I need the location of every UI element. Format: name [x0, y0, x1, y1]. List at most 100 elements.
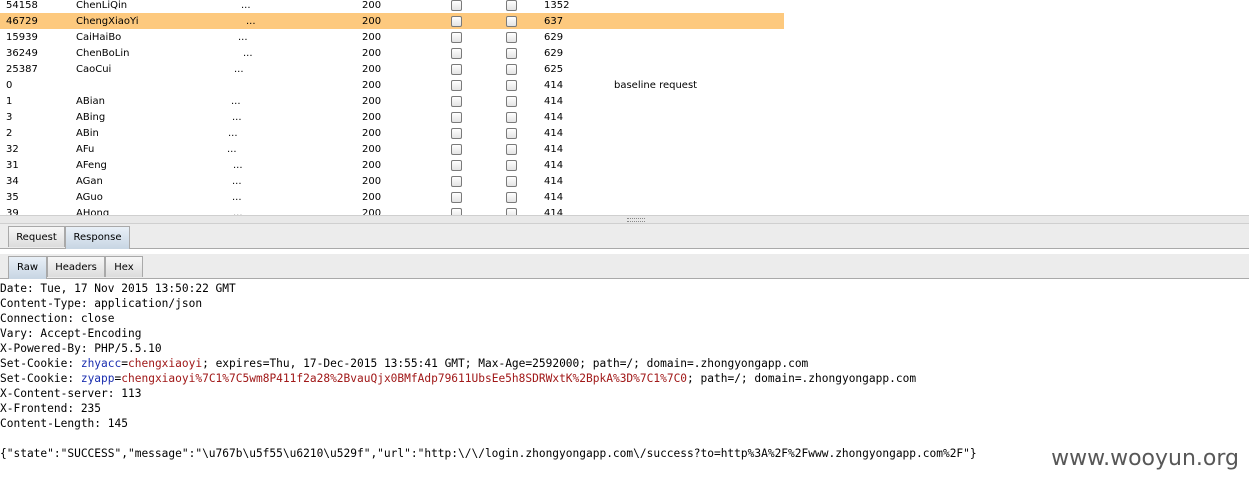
tab-request[interactable]: Request — [8, 226, 65, 247]
request-number: 36249 — [6, 48, 38, 59]
status-code: 200 — [362, 64, 382, 75]
cookie-prefix: Set-Cookie: — [0, 372, 81, 385]
request-number: 3 — [6, 112, 13, 123]
table-row[interactable]: 34 AGan... 200 414 — [0, 173, 784, 189]
header-content-server: X-Content-server: 113 — [0, 387, 142, 400]
response-length: 414 — [544, 208, 564, 215]
error-checkbox[interactable] — [451, 160, 462, 171]
tab-headers[interactable]: Headers — [47, 256, 105, 277]
payload-ellipsis: ... — [233, 208, 243, 215]
status-code: 200 — [362, 16, 382, 27]
tab-hex[interactable]: Hex — [105, 256, 143, 277]
row-comment: baseline request — [614, 80, 698, 91]
payload-value: ChenLiQin — [76, 0, 128, 11]
status-code: 200 — [362, 32, 382, 43]
timeout-checkbox[interactable] — [506, 208, 517, 215]
error-checkbox[interactable] — [451, 96, 462, 107]
status-code: 200 — [362, 176, 382, 187]
payload-ellipsis: ... — [232, 112, 242, 123]
response-length: 1352 — [544, 0, 570, 11]
status-code: 200 — [362, 192, 382, 203]
header-powered-by: X-Powered-By: PHP/5.5.10 — [0, 342, 162, 355]
table-row[interactable]: 31 AFeng... 200 414 — [0, 157, 784, 173]
timeout-checkbox[interactable] — [506, 32, 517, 43]
payload-ellipsis: ... — [246, 16, 256, 27]
table-row[interactable]: 35 AGuo... 200 414 — [0, 189, 784, 205]
payload-ellipsis: ... — [227, 144, 237, 155]
table-row[interactable]: 15939 CaiHaiBo... 200 629 — [0, 29, 784, 45]
error-checkbox[interactable] — [451, 128, 462, 139]
request-number: 31 — [6, 160, 19, 171]
cookie-prefix: Set-Cookie: — [0, 357, 81, 370]
payload-ellipsis: ... — [238, 32, 248, 43]
response-length: 414 — [544, 176, 564, 187]
table-row[interactable]: 2 ABin... 200 414 — [0, 125, 784, 141]
table-row[interactable]: 1 ABian... 200 414 — [0, 93, 784, 109]
response-length: 625 — [544, 64, 564, 75]
payload-value: AGan — [76, 176, 103, 187]
response-length: 414 — [544, 144, 564, 155]
response-length: 414 — [544, 128, 564, 139]
response-length: 414 — [544, 112, 564, 123]
error-checkbox[interactable] — [451, 16, 462, 27]
timeout-checkbox[interactable] — [506, 176, 517, 187]
error-checkbox[interactable] — [451, 176, 462, 187]
status-code: 200 — [362, 208, 382, 215]
request-number: 1 — [6, 96, 13, 107]
payload-value: AFu — [76, 144, 95, 155]
table-row[interactable]: 32 AFu... 200 414 — [0, 141, 784, 157]
error-checkbox[interactable] — [451, 0, 462, 11]
table-row[interactable]: 3 ABing... 200 414 — [0, 109, 784, 125]
header-set-cookie-1: Set-Cookie: zhyacc=chengxiaoyi; expires=… — [0, 356, 1249, 371]
request-number: 46729 — [6, 16, 38, 27]
header-content-type: Content-Type: application/json — [0, 297, 203, 310]
request-number: 54158 — [6, 0, 38, 11]
table-row[interactable]: 39 AHong... 200 414 — [0, 205, 784, 215]
timeout-checkbox[interactable] — [506, 64, 517, 75]
error-checkbox[interactable] — [451, 48, 462, 59]
error-checkbox[interactable] — [451, 144, 462, 155]
payload-ellipsis: ... — [241, 0, 251, 11]
splitter-grip-icon[interactable] — [627, 218, 645, 222]
request-number: 35 — [6, 192, 19, 203]
timeout-checkbox[interactable] — [506, 96, 517, 107]
table-row[interactable]: 46729 ChengXiaoYi... 200 637 — [0, 13, 784, 29]
payload-value: AFeng — [76, 160, 107, 171]
table-row[interactable]: 54158 ChenLiQin... 200 1352 — [0, 0, 784, 13]
status-code: 200 — [362, 48, 382, 59]
table-row[interactable]: 36249 ChenBoLin... 200 629 — [0, 45, 784, 61]
timeout-checkbox[interactable] — [506, 48, 517, 59]
timeout-checkbox[interactable] — [506, 160, 517, 171]
status-code: 200 — [362, 112, 382, 123]
request-number: 0 — [6, 80, 13, 91]
header-frontend: X-Frontend: 235 — [0, 402, 102, 415]
pane-splitter[interactable] — [0, 215, 1249, 224]
timeout-checkbox[interactable] — [506, 112, 517, 123]
header-set-cookie-2: Set-Cookie: zyapp=chengxiaoyi%7C1%7C5wm8… — [0, 371, 1249, 386]
response-length: 414 — [544, 160, 564, 171]
table-row[interactable]: 25387 CaoCui... 200 625 — [0, 61, 784, 77]
error-checkbox[interactable] — [451, 80, 462, 91]
request-number: 32 — [6, 144, 19, 155]
error-checkbox[interactable] — [451, 32, 462, 43]
request-number: 25387 — [6, 64, 38, 75]
header-connection: Connection: close — [0, 312, 115, 325]
table-row[interactable]: 0 200 414 baseline request — [0, 77, 784, 93]
payload-value: ChengXiaoYi — [76, 16, 139, 27]
error-checkbox[interactable] — [451, 192, 462, 203]
cookie-attrs: ; path=/; domain=.zhongyongapp.com — [687, 372, 917, 385]
header-date: Date: Tue, 17 Nov 2015 13:50:22 GMT — [0, 282, 236, 295]
error-checkbox[interactable] — [451, 208, 462, 215]
timeout-checkbox[interactable] — [506, 192, 517, 203]
timeout-checkbox[interactable] — [506, 80, 517, 91]
error-checkbox[interactable] — [451, 64, 462, 75]
error-checkbox[interactable] — [451, 112, 462, 123]
tab-raw[interactable]: Raw — [8, 256, 47, 279]
timeout-checkbox[interactable] — [506, 144, 517, 155]
tab-response[interactable]: Response — [65, 226, 130, 249]
timeout-checkbox[interactable] — [506, 0, 517, 11]
status-code: 200 — [362, 128, 382, 139]
timeout-checkbox[interactable] — [506, 128, 517, 139]
timeout-checkbox[interactable] — [506, 16, 517, 27]
